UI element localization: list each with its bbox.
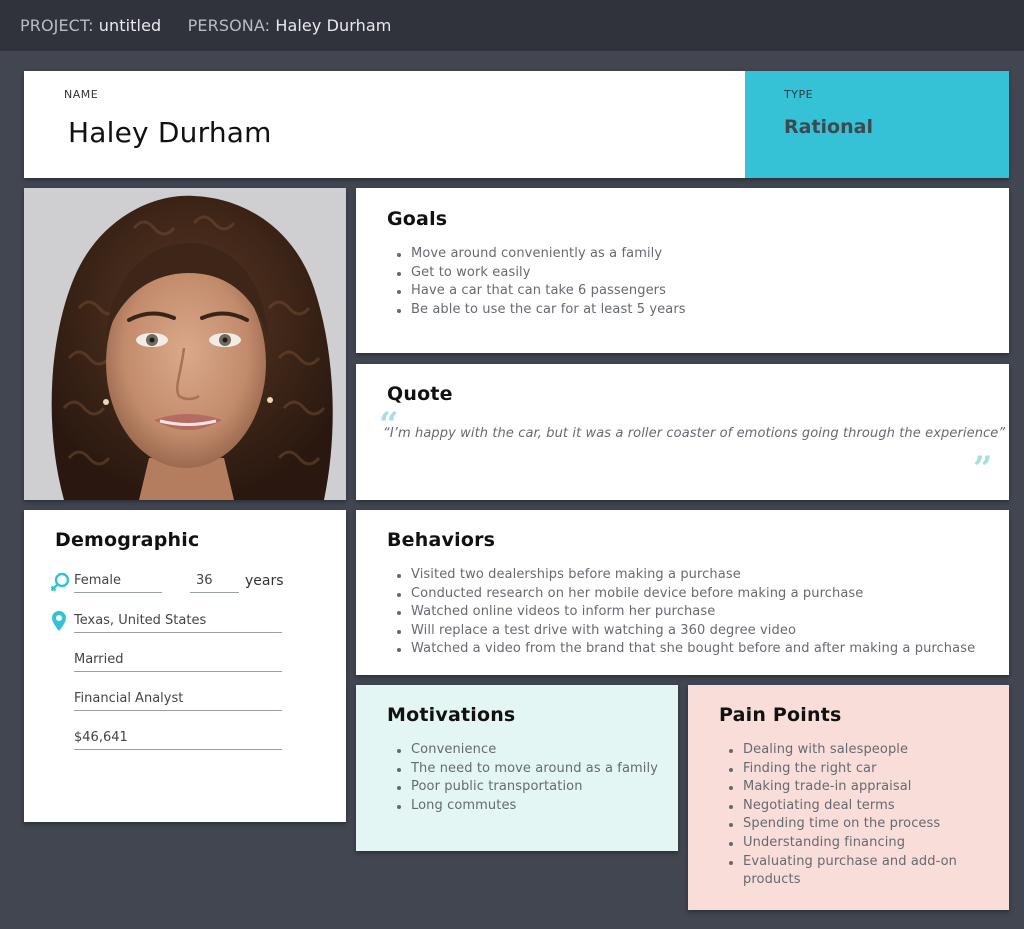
top-bar: PROJECT: untitled PERSONA: Haley Durham [0,0,1024,51]
demographic-card: Demographic Female 36 years Texas, Unite… [24,510,346,822]
goals-title: Goals [387,208,448,230]
motivations-list: Convenience The need to move around as a… [387,741,658,815]
list-item[interactable]: Conducted research on her mobile device … [396,585,975,604]
age-unit-label: years [245,573,284,589]
persona-name-field[interactable]: Haley Durham [68,116,272,149]
location-field[interactable]: Texas, United States [74,613,282,633]
list-item[interactable]: Get to work easily [397,264,686,283]
list-item[interactable]: Understanding financing [729,834,983,853]
list-item[interactable]: Poor public transportation [397,778,658,797]
project-name[interactable]: untitled [99,16,162,35]
name-card: NAME Haley Durham TYPE Rational [24,71,1009,178]
behaviors-title: Behaviors [387,529,496,551]
persona-photo[interactable] [24,188,346,500]
gender-field[interactable]: Female [74,573,162,593]
name-label: NAME [64,88,99,101]
quote-text[interactable]: “I’m happy with the car, but it was a ro… [383,426,1005,441]
pain-points-list: Dealing with salespeople Finding the rig… [719,741,983,890]
list-item[interactable]: Will replace a test drive with watching … [396,622,975,641]
demographic-title: Demographic [55,529,200,551]
list-item[interactable]: Negotiating deal terms [729,797,983,816]
age-field[interactable]: 36 [190,573,239,593]
persona-label: PERSONA: [187,16,271,35]
list-item[interactable]: Evaluating purchase and add-on products [729,853,983,890]
portrait-image [24,188,346,500]
quote-card: Quote “ “I’m happy with the car, but it … [356,364,1009,500]
pain-points-title: Pain Points [719,704,842,726]
close-quote-icon: ” [973,449,993,489]
female-gender-icon [49,572,71,598]
list-item[interactable]: Long commutes [397,797,658,816]
list-item[interactable]: Convenience [397,741,658,760]
goals-list: Move around conveniently as a family Get… [387,245,686,319]
motivations-card: Motivations Convenience The need to move… [356,685,678,851]
list-item[interactable]: Dealing with salespeople [729,741,983,760]
persona-name[interactable]: Haley Durham [275,16,391,35]
list-item[interactable]: Spending time on the process [729,815,983,834]
goals-card: Goals Move around conveniently as a fami… [356,188,1009,353]
list-item[interactable]: Visited two dealerships before making a … [396,566,975,585]
list-item[interactable]: Watched a video from the brand that she … [396,640,975,659]
list-item[interactable]: Be able to use the car for at least 5 ye… [397,301,686,320]
list-item[interactable]: Have a car that can take 6 passengers [397,282,686,301]
marital-status-field[interactable]: Married [74,652,282,672]
project-label: PROJECT: [20,16,94,35]
pain-points-card: Pain Points Dealing with salespeople Fin… [688,685,1009,910]
type-panel[interactable]: TYPE Rational [745,71,1009,178]
occupation-field[interactable]: Financial Analyst [74,691,282,711]
list-item[interactable]: Making trade-in appraisal [729,778,983,797]
quote-title: Quote [387,383,453,405]
motivations-title: Motivations [387,704,516,726]
type-label: TYPE [784,88,814,101]
list-item[interactable]: Move around conveniently as a family [397,245,686,264]
income-field[interactable]: $46,641 [74,730,282,750]
type-value[interactable]: Rational [784,116,873,138]
behaviors-list: Visited two dealerships before making a … [387,566,975,659]
location-pin-icon [51,610,67,636]
list-item[interactable]: The need to move around as a family [397,760,658,779]
behaviors-card: Behaviors Visited two dealerships before… [356,510,1009,675]
list-item[interactable]: Watched online videos to inform her purc… [396,603,975,622]
list-item[interactable]: Finding the right car [729,760,983,779]
